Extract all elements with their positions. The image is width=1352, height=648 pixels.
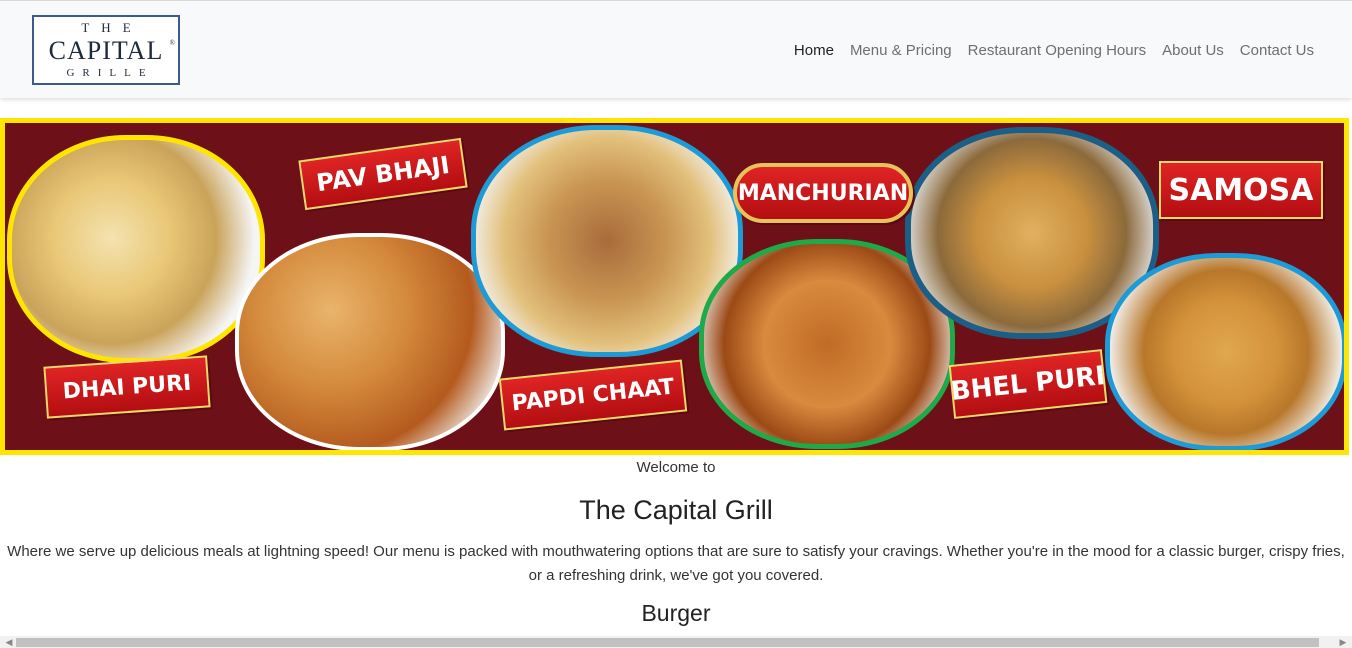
horizontal-scrollbar[interactable]: ◀ ▶ — [0, 636, 1352, 648]
intro-paragraph: Where we serve up delicious meals at lig… — [7, 543, 1345, 584]
nav-menu-pricing[interactable]: Menu & Pricing — [850, 42, 952, 59]
ribbon-label-samosa: SAMOSA — [1168, 172, 1314, 208]
logo-registered: ® — [169, 39, 175, 47]
navbar: THE CAPITAL ® GRILLE Home Menu & Pricing… — [0, 0, 1352, 98]
hero-banner: PAV BHAJI MANCHURIAN SAMOSA DHAI PURI PA… — [0, 118, 1349, 455]
section-heading-burger: Burger — [641, 600, 711, 626]
ribbon-pav-bhaji: PAV BHAJI — [298, 137, 468, 211]
ribbon-dhai-puri: DHAI PURI — [43, 355, 211, 419]
ribbon-bhel-puri: BHEL PURI — [948, 349, 1108, 419]
scroll-right-icon[interactable]: ▶ — [1336, 636, 1350, 648]
nav-opening-hours[interactable]: Restaurant Opening Hours — [968, 42, 1146, 59]
ribbon-label-bhel-puri: BHEL PURI — [949, 360, 1107, 408]
ribbon-label-papdi-chaat: PAPDI CHAAT — [510, 374, 676, 416]
welcome-text: Welcome to — [636, 459, 716, 476]
ribbon-label-pav-bhaji: PAV BHAJI — [314, 150, 452, 198]
ribbon-label-dhai-puri: DHAI PURI — [61, 370, 193, 404]
main-nav: Home Menu & Pricing Restaurant Opening H… — [794, 42, 1314, 59]
ribbon-manchurian: MANCHURIAN — [733, 163, 913, 223]
nav-about-us[interactable]: About Us — [1162, 42, 1224, 59]
food-image-samosa — [1105, 253, 1344, 450]
food-image-dhai-puri — [7, 135, 265, 363]
ribbon-samosa: SAMOSA — [1159, 161, 1323, 219]
food-image-pav-bhaji — [235, 233, 505, 450]
nav-home[interactable]: Home — [794, 42, 834, 59]
scrollbar-thumb[interactable] — [16, 638, 1319, 647]
ribbon-papdi-chaat: PAPDI CHAAT — [498, 359, 688, 431]
logo-line-capital: CAPITAL — [48, 36, 164, 65]
logo-line-grille: GRILLE — [66, 67, 154, 79]
brand-logo[interactable]: THE CAPITAL ® GRILLE — [32, 15, 180, 85]
scroll-left-icon[interactable]: ◀ — [2, 636, 16, 648]
logo-line-the: THE — [81, 20, 143, 35]
ribbon-label-manchurian: MANCHURIAN — [737, 180, 909, 206]
page-title: The Capital Grill — [579, 495, 773, 525]
nav-contact-us[interactable]: Contact Us — [1240, 42, 1314, 59]
